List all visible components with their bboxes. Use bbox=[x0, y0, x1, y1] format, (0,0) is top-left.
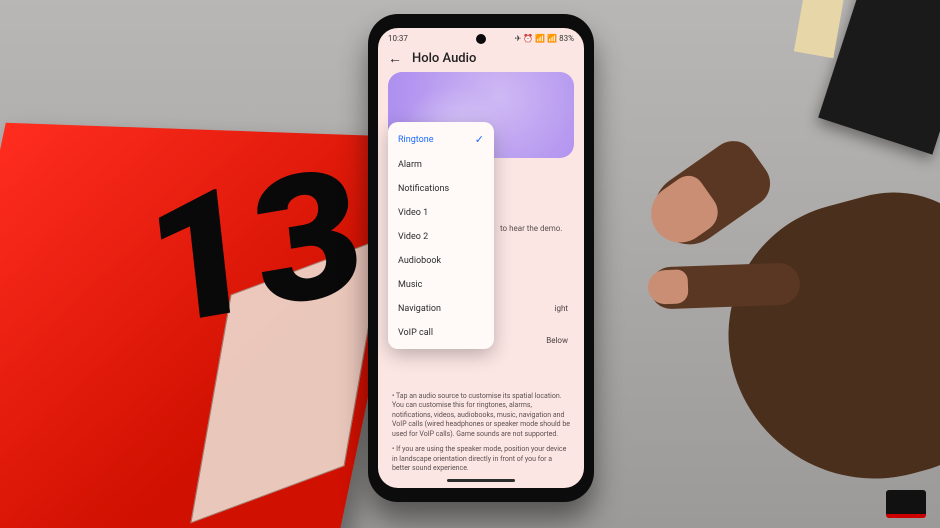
dropdown-item-label: Video 2 bbox=[398, 232, 428, 242]
desk-object bbox=[818, 0, 940, 155]
camera-punch-hole bbox=[476, 34, 486, 44]
help-tips: • Tap an audio source to customise its s… bbox=[392, 392, 570, 480]
product-box: 13 bbox=[0, 123, 423, 528]
dropdown-item-voip[interactable]: VoIP call bbox=[388, 321, 494, 345]
status-icons: ✈ ⏰ 📶 📶 bbox=[515, 34, 558, 43]
dropdown-item-label: Music bbox=[398, 280, 422, 290]
dropdown-item-label: VoIP call bbox=[398, 328, 433, 338]
page-header: ← Holo Audio bbox=[378, 43, 584, 72]
dropdown-item-alarm[interactable]: Alarm bbox=[388, 153, 494, 177]
phone-device: 10:37 ✈ ⏰ 📶 📶 83% ← Holo Audio Ringtone … bbox=[368, 14, 594, 502]
dropdown-item-label: Alarm bbox=[398, 160, 422, 170]
back-icon[interactable]: ← bbox=[388, 52, 402, 66]
dropdown-item-notifications[interactable]: Notifications bbox=[388, 177, 494, 201]
box-number: 13 bbox=[138, 128, 372, 368]
dropdown-item-navigation[interactable]: Navigation bbox=[388, 297, 494, 321]
dropdown-item-label: Video 1 bbox=[398, 208, 428, 218]
dropdown-item-label: Ringtone bbox=[398, 135, 434, 145]
dropdown-item-label: Audiobook bbox=[398, 256, 441, 266]
dropdown-item-video1[interactable]: Video 1 bbox=[388, 201, 494, 225]
check-icon: ✓ bbox=[475, 133, 484, 146]
status-time: 10:37 bbox=[388, 34, 408, 43]
phone-screen: 10:37 ✈ ⏰ 📶 📶 83% ← Holo Audio Ringtone … bbox=[378, 28, 584, 488]
dropdown-item-label: Navigation bbox=[398, 304, 441, 314]
audio-source-dropdown[interactable]: Ringtone ✓ Alarm Notifications Video 1 V… bbox=[388, 122, 494, 349]
video-watermark bbox=[886, 490, 926, 518]
photo-scene: 13 10:37 ✈ ⏰ 📶 📶 83% ← Holo Audio Ringto… bbox=[0, 0, 940, 528]
dropdown-item-audiobook[interactable]: Audiobook bbox=[388, 249, 494, 273]
gesture-bar[interactable] bbox=[447, 479, 515, 482]
page-title: Holo Audio bbox=[412, 51, 476, 66]
dropdown-item-music[interactable]: Music bbox=[388, 273, 494, 297]
dropdown-item-video2[interactable]: Video 2 bbox=[388, 225, 494, 249]
position-label-below: Below bbox=[546, 336, 568, 345]
dropdown-item-label: Notifications bbox=[398, 184, 449, 194]
user-hand bbox=[610, 120, 940, 480]
position-label-right: ight bbox=[555, 304, 568, 313]
demo-hint: to hear the demo. bbox=[500, 224, 562, 233]
status-battery: 83% bbox=[559, 34, 574, 43]
tip-line: • Tap an audio source to customise its s… bbox=[392, 392, 570, 439]
tip-line: • If you are using the speaker mode, pos… bbox=[392, 445, 570, 473]
dropdown-item-ringtone[interactable]: Ringtone ✓ bbox=[388, 126, 494, 153]
